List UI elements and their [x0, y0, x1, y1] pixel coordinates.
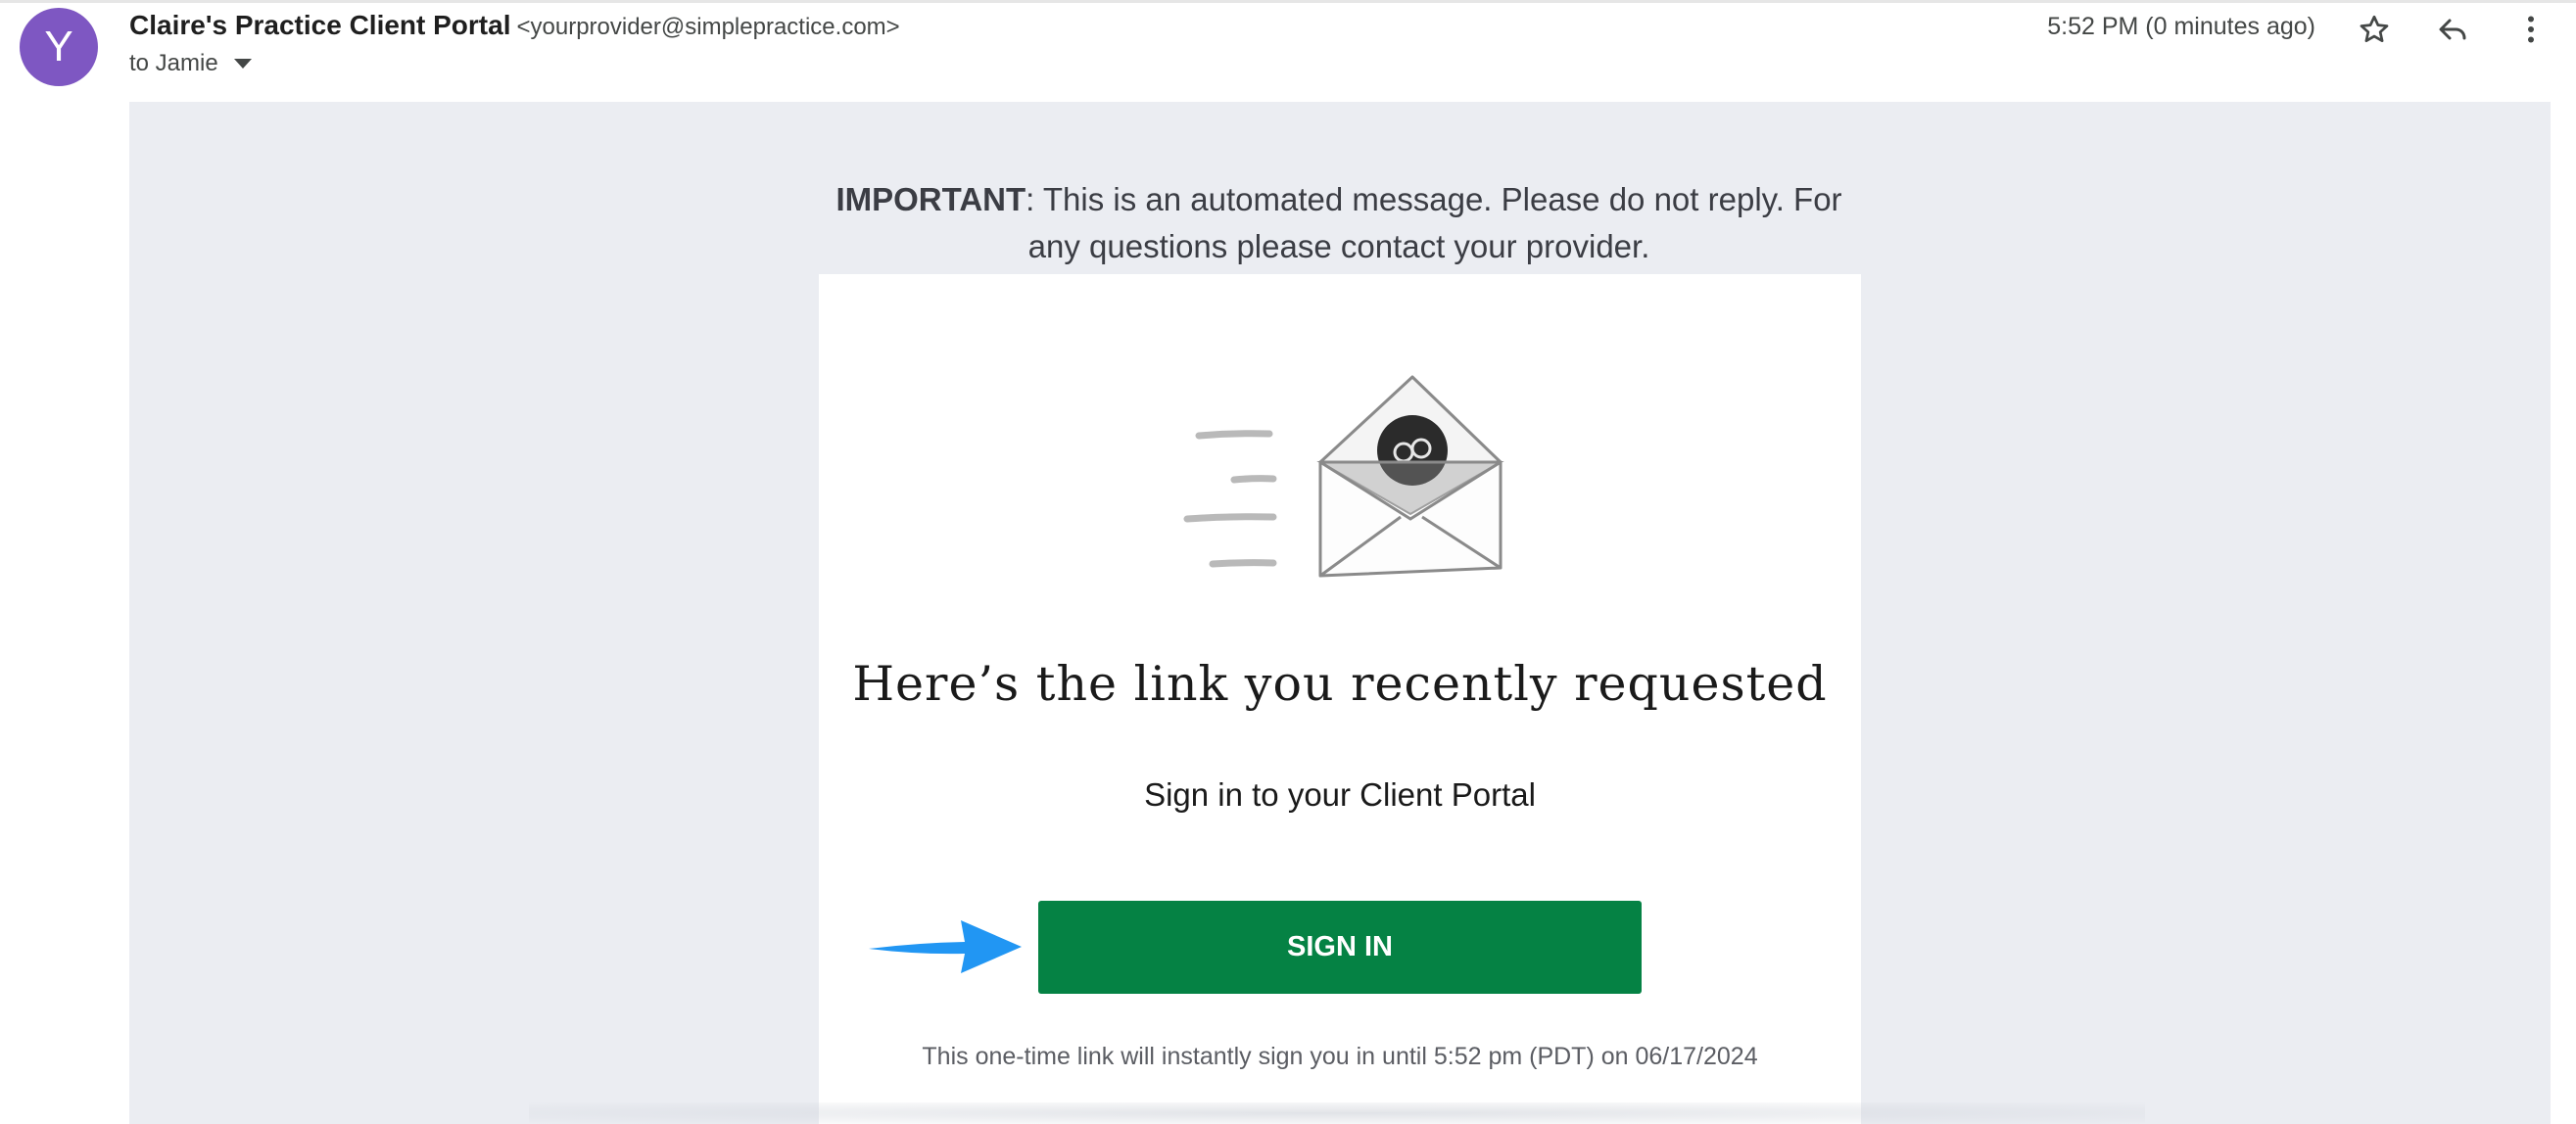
timestamp: 5:52 PM (0 minutes ago) — [2047, 13, 2315, 40]
headline: Here’s the link you recently requested — [852, 656, 1828, 712]
top-divider — [0, 0, 2576, 3]
link-expiry-note: This one-time link will instantly sign y… — [922, 1043, 1758, 1070]
recipient-label: to Jamie — [129, 50, 218, 76]
star-icon[interactable] — [2353, 8, 2396, 51]
sender-avatar[interactable]: Y — [20, 8, 98, 86]
subheading: Sign in to your Client Portal — [1144, 776, 1536, 813]
sender-name[interactable]: Claire's Practice Client Portal — [129, 10, 510, 40]
chevron-down-icon[interactable] — [233, 59, 252, 69]
card-shadow — [529, 1102, 2145, 1124]
sender-email: <yourprovider@simplepractice.com> — [516, 14, 900, 40]
more-vert-icon[interactable] — [2509, 8, 2552, 51]
automated-notice: IMPORTANT: This is an automated message.… — [815, 176, 1863, 270]
sender-line: Claire's Practice Client Portal <yourprov… — [129, 10, 900, 41]
sign-in-button[interactable]: SIGN IN — [1038, 901, 1642, 994]
notice-text: : This is an automated message. Please d… — [1026, 181, 1842, 264]
blue-arrow-icon — [869, 920, 1022, 973]
envelope-link-icon — [1183, 375, 1504, 578]
recipient-line[interactable]: to Jamie — [129, 50, 252, 77]
notice-label: IMPORTANT — [835, 181, 1026, 217]
email-view: Y Claire's Practice Client Portal <yourpr… — [0, 0, 2576, 1124]
reply-icon[interactable] — [2431, 8, 2474, 51]
